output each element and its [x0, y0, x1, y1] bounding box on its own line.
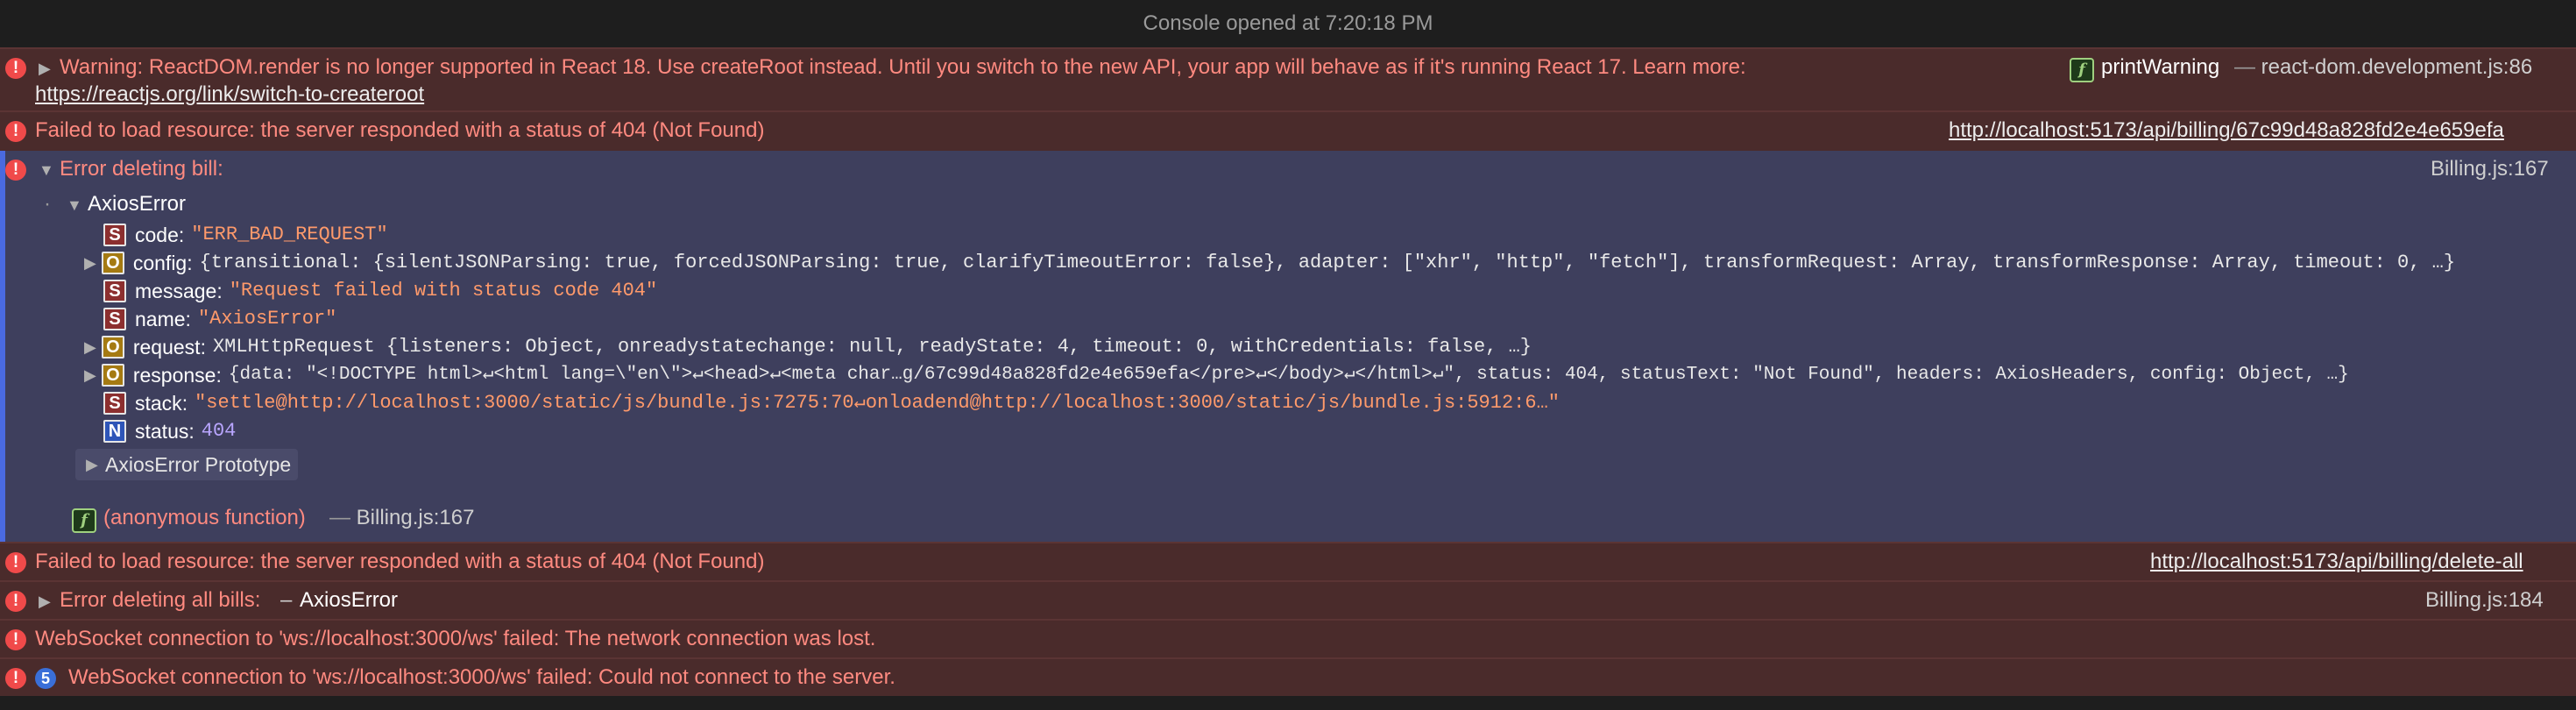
disclosure-triangle-icon[interactable]: ▶: [39, 60, 51, 77]
console-message-error-deleting-all-bills[interactable]: ! ▶ Error deleting all bills: – AxiosErr…: [0, 580, 2576, 619]
property-value: {data: "<!DOCTYPE html>↵<html lang=\"en\…: [228, 365, 2349, 385]
object-type-icon: O: [101, 364, 124, 387]
property-value: "ERR_BAD_REQUEST": [191, 224, 388, 245]
error-icon: !: [5, 629, 26, 650]
property-key: status: [135, 419, 189, 443]
property-response[interactable]: ▶ O response: {data: "<!DOCTYPE html>↵<h…: [84, 361, 2349, 389]
disclosure-triangle-icon[interactable]: ▶: [39, 593, 51, 610]
property-key: request: [132, 335, 201, 359]
warning-source-link[interactable]: — react-dom.development.js:86: [2234, 54, 2532, 81]
property-value: {transitional: {silentJSONParsing: true,…: [199, 252, 2456, 273]
error-icon: !: [5, 58, 26, 79]
console-message-error-deleting-bill[interactable]: ! ▼ Error deleting bill: Billing.js:167 …: [0, 151, 2576, 542]
error-group-title: Error deleting bill:: [60, 157, 223, 181]
error-all-dash: –: [280, 588, 293, 612]
number-type-icon: N: [103, 420, 126, 443]
tree-bullet: ·: [44, 192, 51, 216]
console-message-failed-resource[interactable]: ! Failed to load resource: the server re…: [0, 542, 2576, 580]
property-code[interactable]: S code: "ERR_BAD_REQUEST": [103, 221, 388, 249]
string-type-icon: S: [103, 392, 126, 415]
warning-source-file: react-dom.development.js:86: [2261, 55, 2533, 79]
property-status[interactable]: N status: 404: [103, 417, 236, 445]
console-header: Console opened at 7:20:18 PM: [0, 0, 2576, 47]
error-icon: !: [5, 160, 26, 181]
prototype-label: AxiosError Prototype: [105, 453, 292, 476]
console-message-failed-resource[interactable]: ! Failed to load resource: the server re…: [0, 110, 2576, 151]
property-key: code: [135, 223, 179, 246]
console-message-warning[interactable]: ! ▶ Warning: ReactDOM.render is no longe…: [0, 47, 2576, 110]
property-key: config: [132, 251, 188, 274]
websocket-lost-text: WebSocket connection to 'ws://localhost:…: [35, 627, 876, 650]
console-message-websocket-connect[interactable]: ! 5 WebSocket connection to 'ws://localh…: [0, 657, 2576, 696]
error-icon: !: [5, 121, 26, 142]
failed-resource-text: Failed to load resource: the server resp…: [35, 118, 765, 142]
disclosure-triangle-icon[interactable]: ▼: [67, 196, 82, 214]
error-all-source-link[interactable]: Billing.js:184: [2425, 587, 2544, 614]
object-type-icon: O: [101, 336, 124, 359]
web-inspector-console: Console opened at 7:20:18 PM ! ▶ Warning…: [0, 0, 2576, 710]
warning-learn-more-link[interactable]: https://reactjs.org/link/switch-to-creat…: [35, 82, 424, 108]
property-key: message: [135, 279, 217, 302]
warning-text: Warning: ReactDOM.render is no longer su…: [60, 55, 1746, 79]
warning-function-name[interactable]: printWarning: [2101, 54, 2219, 81]
failed-resource-url-link[interactable]: http://localhost:5173/api/billing/67c99d…: [1949, 117, 2504, 144]
prototype-disclosure[interactable]: ▶ AxiosError Prototype: [75, 449, 299, 480]
repeat-count-badge: 5: [35, 668, 56, 689]
error-all-title: Error deleting all bills:: [60, 588, 261, 612]
disclosure-triangle-icon[interactable]: ▶: [86, 456, 98, 473]
failed-resource-text: Failed to load resource: the server resp…: [35, 550, 765, 573]
property-value: XMLHttpRequest {listeners: Object, onrea…: [212, 336, 1532, 358]
error-icon: !: [5, 552, 26, 573]
disclosure-triangle-icon[interactable]: ▼: [39, 161, 54, 179]
string-type-icon: S: [103, 280, 126, 302]
disclosure-triangle-icon[interactable]: ▶: [84, 366, 96, 384]
stack-frame-source-file: Billing.js:167: [356, 506, 475, 529]
string-type-icon: S: [103, 224, 126, 246]
property-key: stack: [135, 391, 182, 415]
stack-frame-function-name[interactable]: (anonymous function): [103, 505, 306, 531]
property-value: "settle@http://localhost:3000/static/js/…: [195, 392, 1560, 414]
property-key: response: [132, 363, 216, 387]
property-key: name: [135, 307, 186, 330]
error-group-source-link[interactable]: Billing.js:167: [2431, 156, 2549, 182]
console-opened-timestamp: Console opened at 7:20:18 PM: [1143, 11, 1433, 35]
property-message[interactable]: S message: "Request failed with status c…: [103, 277, 657, 305]
error-all-object-label[interactable]: AxiosError: [300, 587, 398, 614]
function-icon: f: [2070, 58, 2094, 82]
property-value: 404: [201, 420, 237, 442]
disclosure-triangle-icon[interactable]: ▶: [84, 254, 96, 272]
string-type-icon: S: [103, 308, 126, 330]
error-icon: !: [5, 668, 26, 689]
property-value: "Request failed with status code 404": [229, 280, 658, 302]
disclosure-triangle-icon[interactable]: ▶: [84, 338, 96, 356]
console-message-websocket-lost[interactable]: ! WebSocket connection to 'ws://localhos…: [0, 619, 2576, 657]
property-stack[interactable]: S stack: "settle@http://localhost:3000/s…: [103, 389, 1560, 417]
websocket-connect-text: WebSocket connection to 'ws://localhost:…: [68, 665, 895, 689]
property-request[interactable]: ▶ O request: XMLHttpRequest {listeners: …: [84, 333, 1532, 361]
stack-frame-source-link[interactable]: — Billing.js:167: [329, 505, 474, 531]
property-value: "AxiosError": [197, 308, 337, 330]
property-name[interactable]: S name: "AxiosError": [103, 305, 336, 333]
property-config[interactable]: ▶ O config: {transitional: {silentJSONPa…: [84, 249, 2455, 277]
object-type-icon: O: [101, 252, 124, 274]
axios-error-object-label[interactable]: AxiosError: [88, 191, 186, 217]
error-icon: !: [5, 591, 26, 612]
function-icon: f: [72, 508, 96, 533]
failed-resource-url-link[interactable]: http://localhost:5173/api/billing/delete…: [2150, 549, 2523, 575]
